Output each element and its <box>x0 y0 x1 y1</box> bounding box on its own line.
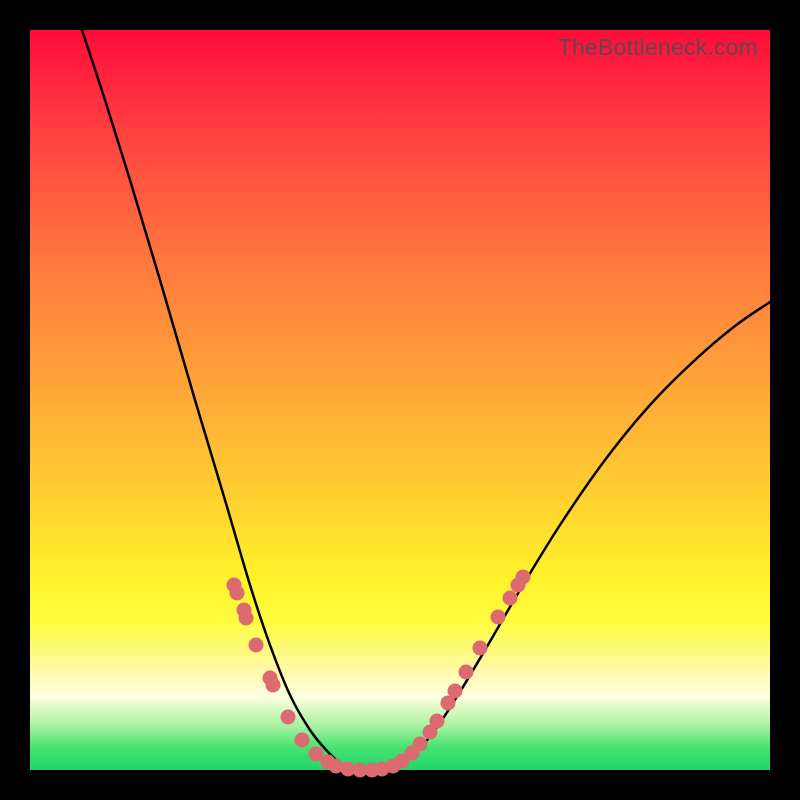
chart-svg <box>30 30 770 770</box>
scatter-dot <box>503 591 518 606</box>
scatter-dot <box>239 611 254 626</box>
scatter-dot <box>281 710 296 725</box>
scatter-dot <box>230 586 245 601</box>
scatter-dot <box>459 665 474 680</box>
scatter-group <box>227 570 531 778</box>
scatter-dot <box>473 641 488 656</box>
scatter-dot <box>448 684 463 699</box>
scatter-dot <box>295 733 310 748</box>
scatter-dot <box>249 638 264 653</box>
scatter-dot <box>430 714 445 729</box>
scatter-dot <box>491 610 506 625</box>
bottleneck-curve <box>82 30 770 771</box>
chart-plot-area: TheBottleneck.com <box>30 30 770 770</box>
scatter-dot <box>266 678 281 693</box>
scatter-dot <box>413 737 428 752</box>
scatter-dot <box>516 570 531 585</box>
